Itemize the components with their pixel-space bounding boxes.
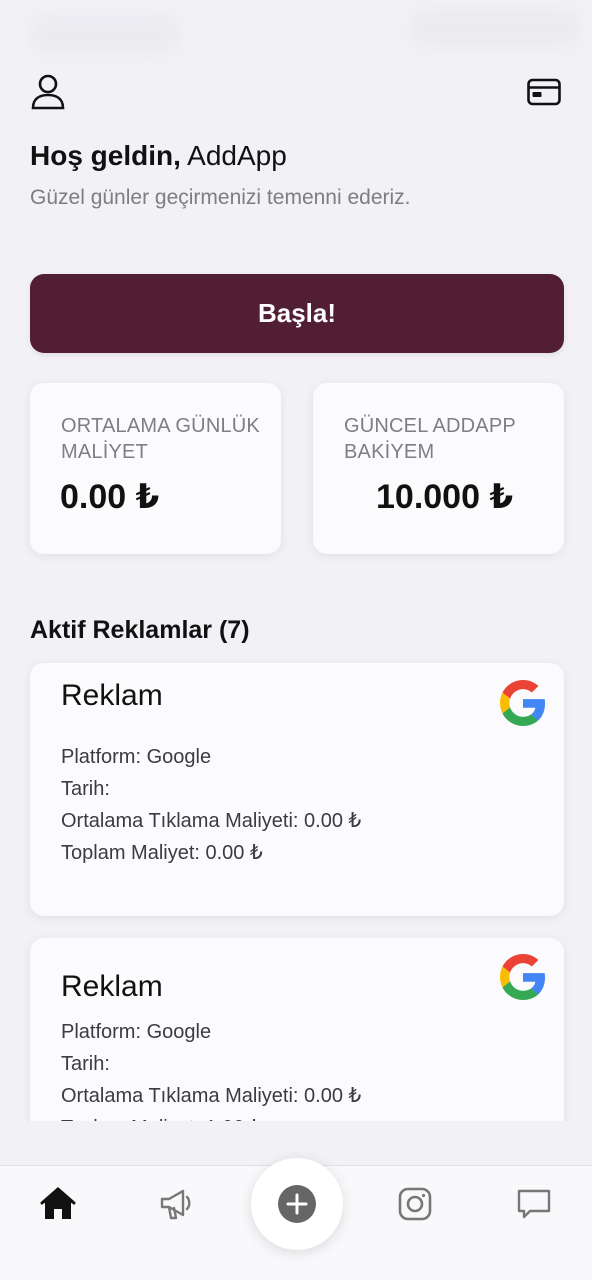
- ad-platform: Platform: Google: [61, 1021, 212, 1043]
- ad-total-cost: Toplam Maliyet: 0.00 ₺: [61, 842, 263, 864]
- chat-icon[interactable]: [512, 1182, 556, 1226]
- home-icon[interactable]: [36, 1182, 80, 1226]
- active-ads-title: Aktif Reklamlar (7): [30, 616, 250, 644]
- megaphone-icon[interactable]: [155, 1182, 199, 1226]
- status-bar-left: [30, 14, 180, 54]
- start-button[interactable]: Başla!: [30, 274, 564, 353]
- ad-date: Tarih:: [61, 778, 110, 800]
- greeting-title-bold: Hoş geldin,: [30, 140, 181, 171]
- balance-card[interactable]: GÜNCEL ADDAPP BAKİYEM 10.000 ₺: [313, 383, 564, 554]
- greeting-title: Hoş geldin, AddApp: [30, 140, 287, 172]
- ad-details: Platform: Google Tarih: Ortalama Tıklama…: [61, 1016, 361, 1121]
- ad-platform: Platform: Google: [61, 746, 212, 768]
- google-icon: [500, 680, 546, 726]
- ad-title: Reklam: [61, 970, 163, 1003]
- instagram-icon[interactable]: [393, 1182, 437, 1226]
- greeting-subtitle: Güzel günler geçirmenizi temenni ederiz.: [30, 186, 411, 209]
- stat-label: GÜNCEL ADDAPP BAKİYEM: [344, 415, 516, 463]
- ad-title: Reklam: [61, 679, 163, 712]
- ad-avg-click-cost: Ortalama Tıklama Maliyeti: 0.00 ₺: [61, 810, 362, 832]
- google-icon: [500, 954, 546, 1000]
- average-daily-cost-card: ORTALAMA GÜNLÜK MALİYET 0.00 ₺: [30, 383, 281, 554]
- ad-details: Platform: Google Tarih: Ortalama Tıklama…: [61, 741, 361, 869]
- ad-card[interactable]: Reklam Platform: Google Tarih: Ortalama …: [30, 938, 564, 1121]
- stat-value: 0.00 ₺: [60, 478, 160, 516]
- ad-avg-click-cost: Ortalama Tıklama Maliyeti: 0.00 ₺: [61, 1085, 362, 1107]
- add-button[interactable]: [251, 1158, 343, 1250]
- user-icon[interactable]: [28, 72, 68, 112]
- stat-label: ORTALAMA GÜNLÜK MALİYET: [61, 415, 260, 463]
- plus-icon: [278, 1185, 316, 1223]
- credit-card-icon[interactable]: [524, 72, 564, 112]
- stat-value: 10.000 ₺: [376, 478, 514, 516]
- status-bar-right: [410, 8, 580, 48]
- ad-total-cost: Toplam Maliyet: 1.00 ₺: [61, 1112, 361, 1121]
- active-ads-list[interactable]: Reklam Platform: Google Tarih: Ortalama …: [0, 655, 592, 1121]
- ad-card[interactable]: Reklam Platform: Google Tarih: Ortalama …: [30, 663, 564, 916]
- greeting-name: AddApp: [187, 140, 287, 171]
- ad-date: Tarih:: [61, 1053, 110, 1075]
